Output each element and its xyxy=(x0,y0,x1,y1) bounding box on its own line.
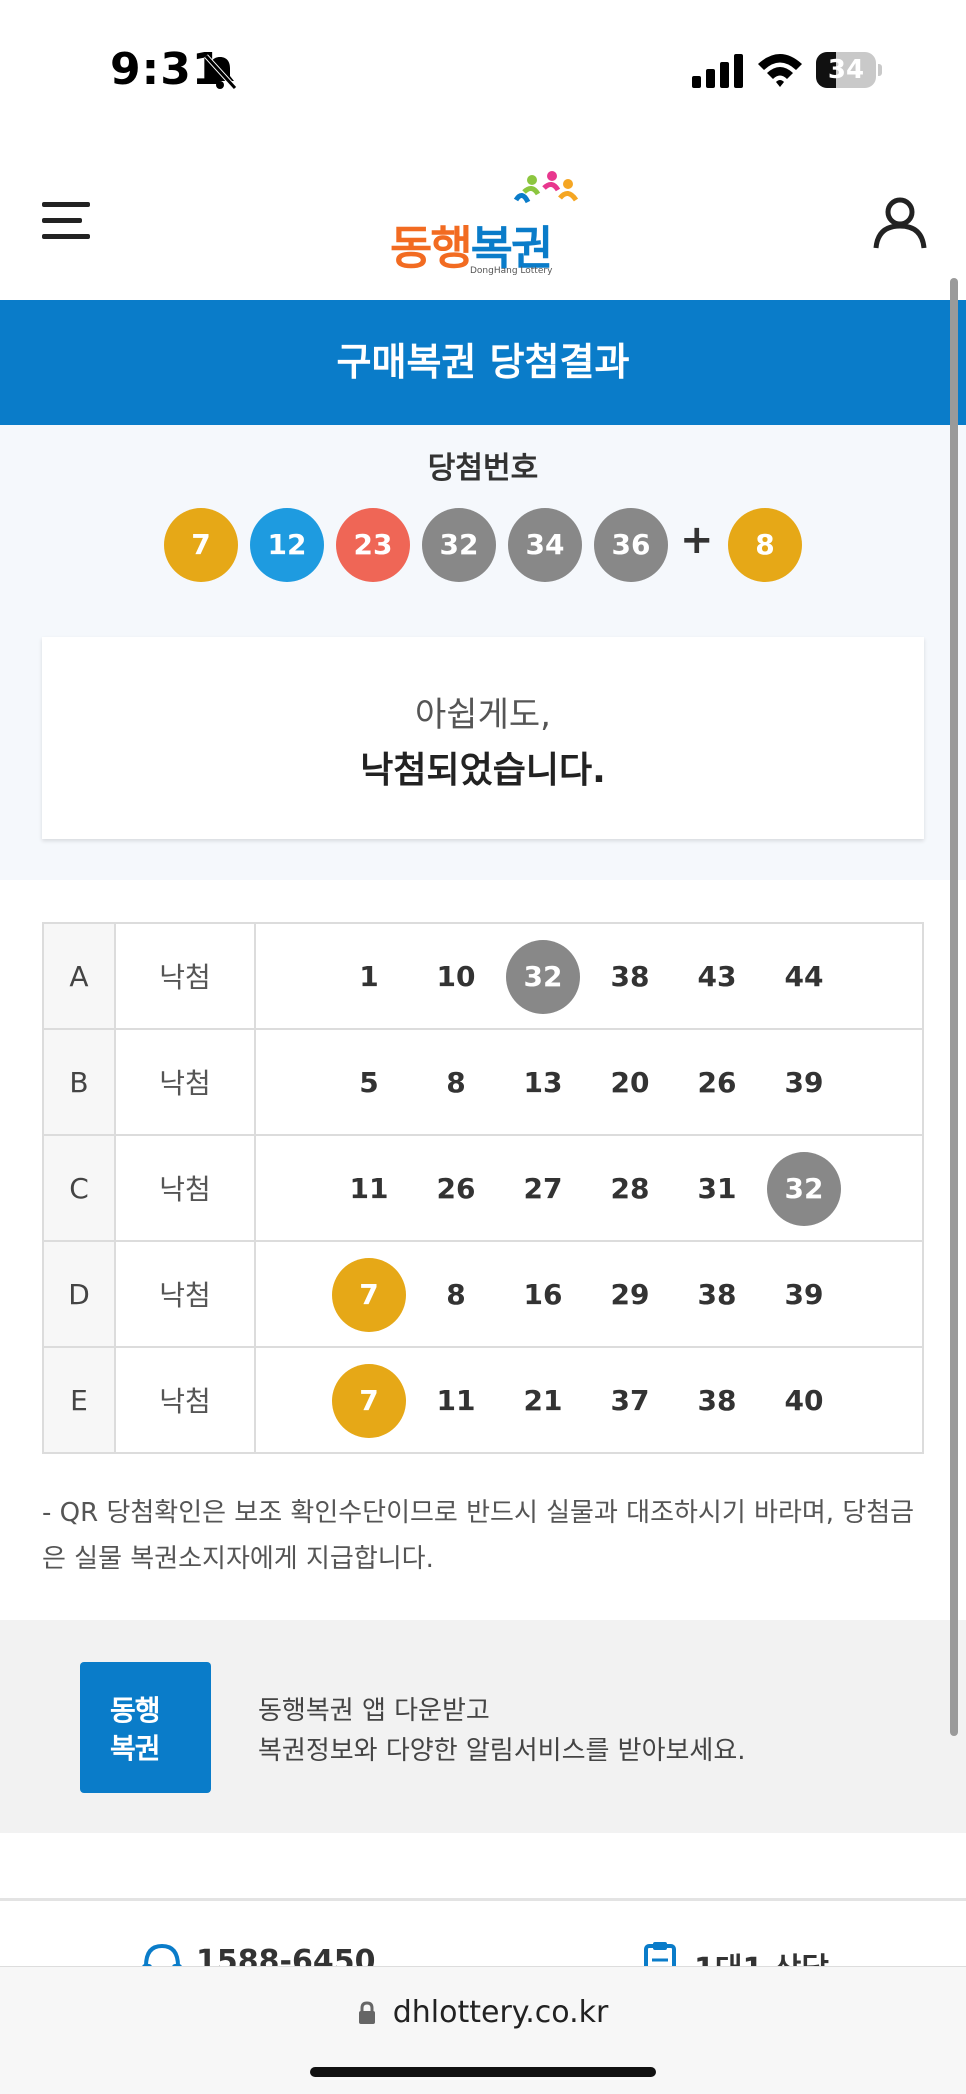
game-status: 낙첨 xyxy=(114,1346,256,1454)
app-download-banner[interactable]: 동행 복권 동행복권 앱 다운받고 복권정보와 다양한 알림서비스를 받아보세요… xyxy=(0,1620,966,1833)
game-numbers: 7 8 16 29 38 39 xyxy=(254,1240,924,1348)
ticket-number: 37 xyxy=(610,1384,650,1417)
winning-ball: 34 xyxy=(508,508,582,582)
result-message-line2: 낙첨되었습니다. xyxy=(360,750,606,791)
logo-subtitle: DongHang Lottery xyxy=(470,266,553,276)
ticket-number-matched: 32 xyxy=(506,940,580,1014)
game-status: 낙첨 xyxy=(114,1028,256,1136)
game-label: D xyxy=(42,1240,116,1348)
ticket-number: 11 xyxy=(436,1384,476,1417)
game-status: 낙첨 xyxy=(114,1134,256,1242)
page-title-banner: 구매복권 당첨결과 xyxy=(0,300,966,425)
status-bar: 9:31 34 xyxy=(0,0,966,140)
winning-ball: 32 xyxy=(422,508,496,582)
winning-ball: 12 xyxy=(250,508,324,582)
app-icon[interactable]: 동행 복권 xyxy=(80,1662,211,1793)
table-row: C 낙첨 11 26 27 28 31 32 xyxy=(42,1134,924,1242)
ticket-number: 31 xyxy=(697,1172,737,1205)
table-row: B 낙첨 5 8 13 20 26 39 xyxy=(42,1028,924,1136)
game-numbers: 5 8 13 20 26 39 xyxy=(254,1028,924,1136)
ticket-number: 38 xyxy=(697,1278,737,1311)
lock-icon xyxy=(358,2000,375,2024)
page-title: 구매복권 당첨결과 xyxy=(336,340,630,384)
ticket-number: 40 xyxy=(784,1384,824,1417)
ticket-number: 43 xyxy=(697,960,737,993)
cellular-signal-icon xyxy=(692,54,743,88)
footer-divider xyxy=(0,1898,966,1901)
user-account-icon[interactable] xyxy=(870,192,930,252)
winning-ball: 7 xyxy=(164,508,238,582)
ticket-number: 16 xyxy=(523,1278,563,1311)
ticket-number: 20 xyxy=(610,1066,650,1099)
ticket-number: 13 xyxy=(523,1066,563,1099)
app-icon-text: 동행 복권 xyxy=(110,1694,161,1765)
app-banner-message-1: 동행복권 앱 다운받고 xyxy=(258,1696,490,1726)
ticket-number: 27 xyxy=(523,1172,563,1205)
winning-numbers-section: 당첨번호 7 12 23 32 34 36 + 8 아쉽게도, 낙첨되었습니다. xyxy=(0,425,966,880)
ticket-number-matched: 7 xyxy=(332,1364,406,1438)
ticket-number: 44 xyxy=(784,960,824,993)
ticket-number: 1 xyxy=(359,960,379,993)
bonus-ball: 8 xyxy=(728,508,802,582)
app-banner-message-2: 복권정보와 다양한 알림서비스를 받아보세요. xyxy=(258,1736,746,1766)
game-label: C xyxy=(42,1134,116,1242)
table-row: A 낙첨 1 10 32 38 43 44 xyxy=(42,922,924,1030)
table-row: E 낙첨 7 11 21 37 38 40 xyxy=(42,1346,924,1454)
bonus-plus-sign: + xyxy=(680,517,714,563)
site-header: 동행복권 DongHang Lottery xyxy=(0,150,966,300)
qr-notice-text: - QR 당첨확인은 보조 확인수단이므로 반드시 실물과 대조하시기 바라며,… xyxy=(42,1498,915,1574)
url-text[interactable]: dhlottery.co.kr xyxy=(393,1995,609,2030)
ticket-number: 8 xyxy=(446,1066,466,1099)
ticket-number: 38 xyxy=(610,960,650,993)
ticket-number: 39 xyxy=(784,1066,824,1099)
ticket-number: 29 xyxy=(610,1278,650,1311)
ticket-number: 28 xyxy=(610,1172,650,1205)
browser-address-bar[interactable]: dhlottery.co.kr xyxy=(0,1966,966,2094)
result-message-line1: 아쉽게도, xyxy=(415,695,551,735)
hamburger-menu-icon[interactable] xyxy=(40,198,92,244)
wifi-icon xyxy=(758,54,802,87)
battery-level: 34 xyxy=(827,55,865,85)
ticket-number: 8 xyxy=(446,1278,466,1311)
winning-ball: 23 xyxy=(336,508,410,582)
game-label: E xyxy=(42,1346,116,1454)
ticket-number: 10 xyxy=(436,960,476,993)
game-numbers: 11 26 27 28 31 32 xyxy=(254,1134,924,1242)
purchased-tickets-table: A 낙첨 1 10 32 38 43 44 B 낙첨 5 8 13 20 26 … xyxy=(42,922,924,1454)
page-scrollbar[interactable] xyxy=(950,278,958,1736)
battery-indicator: 34 xyxy=(816,52,882,88)
ticket-number: 38 xyxy=(697,1384,737,1417)
ticket-number: 21 xyxy=(523,1384,563,1417)
ticket-number-matched: 32 xyxy=(767,1152,841,1226)
game-label: B xyxy=(42,1028,116,1136)
ticket-number-matched: 7 xyxy=(332,1258,406,1332)
game-status: 낙첨 xyxy=(114,1240,256,1348)
donghang-lottery-logo[interactable]: 동행복권 DongHang Lottery xyxy=(390,170,580,280)
ticket-number: 26 xyxy=(436,1172,476,1205)
ticket-number: 5 xyxy=(359,1066,379,1099)
ticket-number: 39 xyxy=(784,1278,824,1311)
winning-numbers-label: 당첨번호 xyxy=(427,451,539,486)
game-status: 낙첨 xyxy=(114,922,256,1030)
result-card: 아쉽게도, 낙첨되었습니다. xyxy=(42,637,924,839)
game-label: A xyxy=(42,922,116,1030)
game-numbers: 1 10 32 38 43 44 xyxy=(254,922,924,1030)
home-indicator[interactable] xyxy=(310,2067,656,2077)
bell-muted-icon xyxy=(204,54,237,90)
table-row: D 낙첨 7 8 16 29 38 39 xyxy=(42,1240,924,1348)
ticket-number: 11 xyxy=(349,1172,389,1205)
winning-ball: 36 xyxy=(594,508,668,582)
game-numbers: 7 11 21 37 38 40 xyxy=(254,1346,924,1454)
ticket-number: 26 xyxy=(697,1066,737,1099)
